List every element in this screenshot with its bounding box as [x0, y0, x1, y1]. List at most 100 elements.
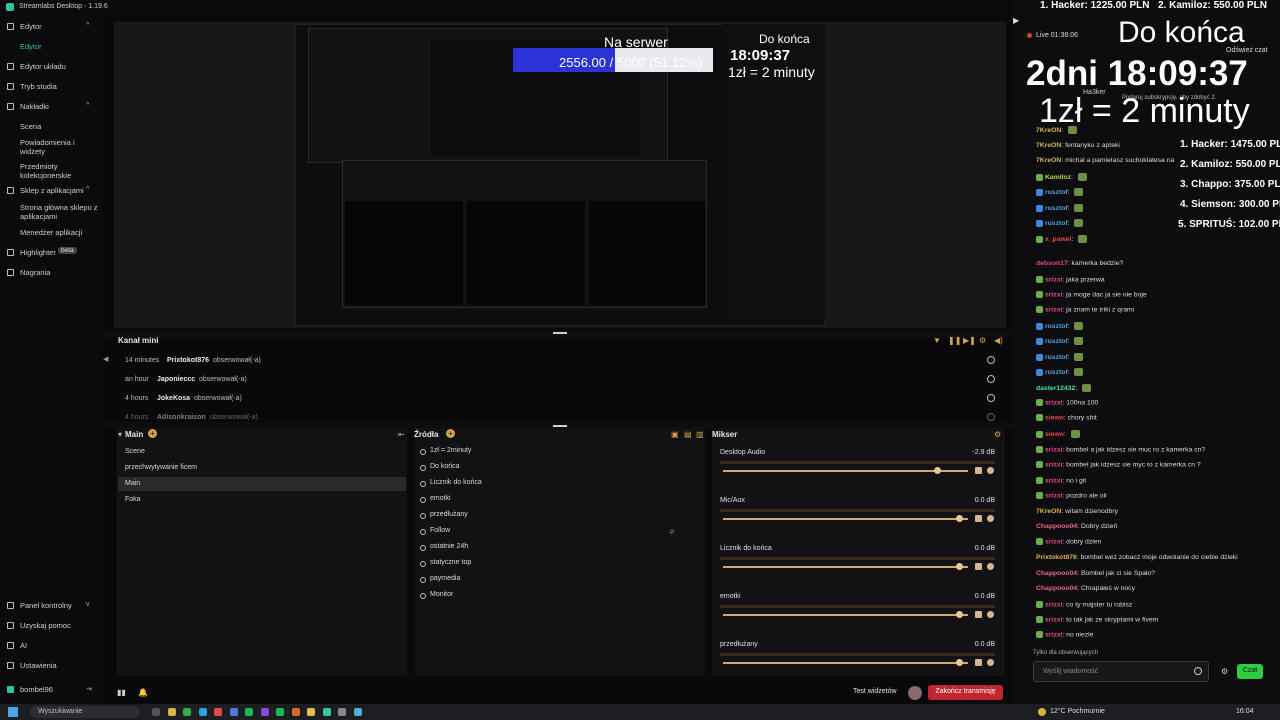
- live-timer: Live 01:38:06: [1036, 32, 1079, 39]
- scenes-collapse-icon[interactable]: ▾: [118, 430, 122, 439]
- taskbar-app-icon[interactable]: [183, 708, 191, 716]
- volume-slider-track[interactable]: [723, 470, 968, 472]
- taskbar-search[interactable]: Wyszukiwanie: [30, 706, 140, 718]
- chevron-up-icon[interactable]: ^: [86, 186, 89, 193]
- volume-slider-knob[interactable]: [955, 659, 963, 666]
- speaker-icon[interactable]: ◀): [994, 336, 1003, 345]
- stats-icon[interactable]: ▮▮: [117, 688, 126, 697]
- taskbar-app-icon[interactable]: [353, 708, 362, 716]
- source-item[interactable]: paymedia: [418, 573, 703, 587]
- scene-item[interactable]: Main: [118, 477, 406, 491]
- taskbar-app-icon[interactable]: [338, 708, 346, 716]
- chat-input[interactable]: Wyślij wiadomość: [1033, 661, 1209, 682]
- volume-slider-knob[interactable]: [934, 467, 942, 474]
- chat-username: Kamiloz: [1045, 173, 1072, 181]
- volume-slider-knob[interactable]: [955, 563, 963, 570]
- source-item[interactable]: statyczne top: [418, 557, 703, 571]
- windows-start-icon[interactable]: [8, 707, 18, 717]
- taskbar-app-icon[interactable]: [152, 708, 160, 716]
- record-button[interactable]: [908, 686, 922, 700]
- volume-meter: [720, 605, 995, 608]
- replay-icon[interactable]: [987, 394, 995, 402]
- group-icon[interactable]: ▣: [671, 430, 679, 439]
- chat-username: daster12432: [1036, 384, 1076, 392]
- mute-icon[interactable]: [975, 659, 982, 666]
- scene-item[interactable]: przechwytywanie ficem: [118, 461, 406, 475]
- chat-message: srizxi: no i git: [1036, 477, 1272, 489]
- replay-icon[interactable]: [987, 375, 995, 383]
- skip-icon[interactable]: ▶❚: [963, 336, 976, 345]
- test-widgets-button[interactable]: Test widżetów: [853, 688, 897, 695]
- taskbar-app-icon[interactable]: [322, 708, 331, 716]
- source-item[interactable]: przedłużany: [418, 509, 703, 523]
- source-item[interactable]: ostatnie 24h: [418, 541, 703, 555]
- splitter-handle[interactable]: [553, 332, 567, 334]
- volume-slider-knob[interactable]: [955, 515, 963, 522]
- chat-text: no niezle: [1066, 631, 1094, 639]
- notification-bell-icon[interactable]: 🔔: [138, 688, 148, 697]
- activity-time: 4 hours: [125, 395, 149, 402]
- logout-icon[interactable]: ⇥: [86, 685, 92, 693]
- mute-icon[interactable]: [975, 467, 982, 474]
- channel-settings-icon[interactable]: [987, 467, 994, 474]
- chat-collapse-icon[interactable]: ▶: [1013, 16, 1019, 25]
- chat-message: srizxi: pozdro ale oli: [1036, 492, 1272, 504]
- pause-icon[interactable]: ❚❚: [948, 336, 961, 345]
- send-chat-button[interactable]: Czat: [1237, 664, 1263, 679]
- taskbar-app-icon[interactable]: [245, 708, 253, 716]
- volume-slider-knob[interactable]: [955, 611, 963, 618]
- scene-item[interactable]: Scene: [118, 445, 406, 459]
- emoji-icon[interactable]: [1194, 667, 1202, 675]
- mute-icon[interactable]: [975, 563, 982, 570]
- volume-slider-track[interactable]: [723, 518, 968, 520]
- volume-slider-track[interactable]: [723, 662, 968, 664]
- channel-settings-icon[interactable]: [987, 563, 994, 570]
- taskbar-app-icon[interactable]: [276, 708, 284, 716]
- channel-settings-icon[interactable]: [987, 659, 994, 666]
- chat-separator: :: [1067, 368, 1072, 376]
- mute-icon[interactable]: [975, 611, 982, 618]
- source-item[interactable]: emotki: [418, 493, 703, 507]
- folder-icon[interactable]: ▤: [684, 430, 692, 439]
- chevron-down-icon[interactable]: v: [86, 601, 90, 608]
- taskbar-app-icon[interactable]: [198, 708, 207, 716]
- end-stream-button[interactable]: Zakończ transmisję: [928, 685, 1003, 700]
- source-item[interactable]: Do końca: [418, 461, 703, 475]
- volume-slider-track[interactable]: [723, 566, 968, 568]
- scene-item[interactable]: Foka: [118, 493, 406, 507]
- mixer-gear-icon[interactable]: ⚙: [994, 430, 1001, 439]
- source-item[interactable]: Follow: [418, 525, 703, 539]
- mixer-channel: Licznik do końca 0.0 dB: [720, 545, 995, 585]
- sidebar-item-label: Przedmioty kolekcjonerskie: [20, 162, 72, 180]
- collapse-arrow-icon[interactable]: ◀: [103, 355, 108, 363]
- top-donor-2: 2. Kamiloz: 550.00 PLN: [1158, 0, 1267, 11]
- chat-settings-icon[interactable]: ⚙: [1221, 667, 1228, 676]
- add-scene-icon[interactable]: +: [148, 429, 157, 438]
- chat-separator: :: [1067, 219, 1072, 227]
- gear-icon[interactable]: ⚙: [979, 336, 986, 345]
- volume-slider-track[interactable]: [723, 614, 968, 616]
- add-source-icon[interactable]: +: [446, 429, 455, 438]
- mute-icon[interactable]: [975, 515, 982, 522]
- taskbar-app-icon[interactable]: [229, 708, 238, 716]
- chevron-up-icon[interactable]: ^: [86, 22, 89, 29]
- filter-icon[interactable]: ▼: [933, 336, 941, 345]
- folder-add-icon[interactable]: ▥: [696, 430, 704, 439]
- replay-icon[interactable]: [987, 356, 995, 364]
- source-item[interactable]: 1zł = 2minuty: [418, 445, 703, 459]
- taskbar-app-icon[interactable]: [260, 708, 269, 716]
- panel-toggle-icon[interactable]: ⇤: [398, 430, 405, 439]
- replay-icon[interactable]: [987, 413, 995, 421]
- source-item[interactable]: Monitor: [418, 589, 703, 603]
- taskbar-app-icon[interactable]: [167, 708, 176, 716]
- taskbar-app-icon[interactable]: [291, 708, 300, 716]
- chevron-up-icon[interactable]: ^: [86, 102, 89, 109]
- channel-settings-icon[interactable]: [987, 611, 994, 618]
- chat-message: srizxi: dobry dzien: [1036, 538, 1272, 550]
- taskbar-app-icon[interactable]: [214, 708, 222, 716]
- chat-username: srizxi: [1045, 616, 1063, 624]
- source-label: przedłużany: [430, 511, 468, 518]
- source-item[interactable]: Licznik do końca: [418, 477, 703, 491]
- taskbar-app-icon[interactable]: [307, 708, 315, 716]
- channel-settings-icon[interactable]: [987, 515, 994, 522]
